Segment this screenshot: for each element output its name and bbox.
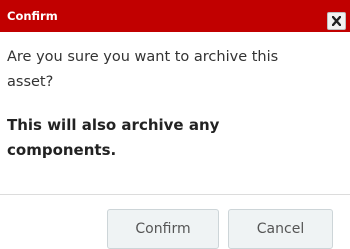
confirm-button[interactable]: Confirm: [107, 209, 219, 249]
archive-warning: This will also archive any components.: [7, 116, 220, 159]
dialog-body: Are you sure you want to archive this as…: [7, 45, 327, 163]
dialog-titlebar: Confirm: [0, 0, 350, 32]
close-x-icon: [332, 16, 341, 26]
confirm-dialog: Confirm Are you sure you want to archive…: [0, 0, 350, 249]
footer-divider: [0, 194, 350, 195]
archive-question: Are you sure you want to archive this as…: [7, 49, 279, 90]
cancel-button[interactable]: Cancel: [228, 209, 333, 249]
close-button[interactable]: [327, 12, 346, 30]
dialog-title: Confirm: [7, 9, 58, 23]
